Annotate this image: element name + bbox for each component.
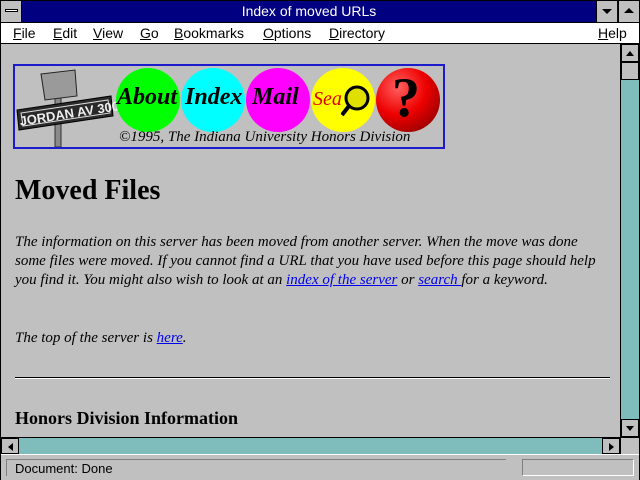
index-label: Index bbox=[185, 84, 243, 110]
scroll-up-button[interactable] bbox=[621, 44, 639, 62]
minimize-icon bbox=[602, 9, 612, 14]
about-label: About bbox=[117, 84, 178, 110]
intro-text-3: for a keyword. bbox=[461, 272, 548, 288]
horizontal-rule bbox=[15, 377, 610, 379]
menu-bookmarks[interactable]: Bookmarks bbox=[174, 24, 244, 42]
intro-text-2: or bbox=[397, 272, 419, 288]
menu-help[interactable]: Help bbox=[598, 24, 627, 42]
title-bar[interactable]: Index of moved URLs bbox=[1, 1, 639, 23]
search-link[interactable]: search bbox=[418, 272, 461, 288]
menu-file[interactable]: File bbox=[13, 24, 36, 42]
horizontal-scrollbar[interactable] bbox=[1, 437, 620, 454]
copyright-text: ©1995, The Indiana University Honors Div… bbox=[119, 129, 411, 145]
section-heading: Honors Division Information bbox=[15, 408, 239, 428]
maximize-icon bbox=[624, 8, 634, 13]
menu-directory[interactable]: Directory bbox=[329, 24, 385, 42]
browser-window: Index of moved URLs File Edit View Go Bo… bbox=[0, 0, 640, 480]
up-arrow-icon bbox=[626, 51, 634, 56]
vertical-scrollbar[interactable] bbox=[620, 44, 639, 437]
scrollbar-corner bbox=[620, 437, 639, 454]
scroll-down-button[interactable] bbox=[621, 419, 639, 437]
magnifier-icon bbox=[341, 85, 370, 117]
scroll-left-button[interactable] bbox=[1, 438, 19, 454]
search-label: Sea bbox=[313, 88, 342, 110]
navigation-banner: JORDAN AV 300 About Index Mail Sea ? ©19… bbox=[13, 64, 445, 149]
maximize-button[interactable] bbox=[618, 1, 639, 22]
minimize-button[interactable] bbox=[596, 1, 617, 22]
menu-bar: File Edit View Go Bookmarks Options Dire… bbox=[1, 23, 639, 44]
page-title: Moved Files bbox=[15, 175, 161, 206]
left-arrow-icon bbox=[8, 443, 13, 451]
menu-view[interactable]: View bbox=[93, 24, 123, 42]
menu-edit[interactable]: Edit bbox=[53, 24, 77, 42]
vertical-scroll-thumb[interactable] bbox=[621, 62, 639, 80]
top-text: The top of the server is bbox=[15, 330, 157, 346]
status-bar: Document: Done bbox=[1, 454, 639, 480]
scroll-right-button[interactable] bbox=[602, 438, 620, 454]
question-mark-icon: ? bbox=[392, 67, 420, 129]
menu-go[interactable]: Go bbox=[140, 24, 159, 42]
top-of-server-paragraph: The top of the server is here. bbox=[15, 329, 610, 348]
status-text: Document: Done bbox=[6, 459, 506, 476]
system-menu-icon bbox=[5, 9, 18, 12]
right-arrow-icon bbox=[609, 443, 614, 451]
system-menu-button[interactable] bbox=[1, 1, 22, 22]
window-title: Index of moved URLs bbox=[241, 3, 377, 19]
menu-options[interactable]: Options bbox=[263, 24, 311, 42]
index-of-server-link[interactable]: index of the server bbox=[286, 272, 397, 288]
here-link[interactable]: here bbox=[157, 330, 183, 346]
page-content: JORDAN AV 300 About Index Mail Sea ? ©19… bbox=[1, 44, 620, 437]
progress-indicator bbox=[522, 459, 634, 476]
mail-label: Mail bbox=[252, 84, 299, 110]
intro-paragraph: The information on this server has been … bbox=[15, 233, 610, 290]
top-text-end: . bbox=[182, 330, 187, 346]
down-arrow-icon bbox=[626, 426, 634, 431]
